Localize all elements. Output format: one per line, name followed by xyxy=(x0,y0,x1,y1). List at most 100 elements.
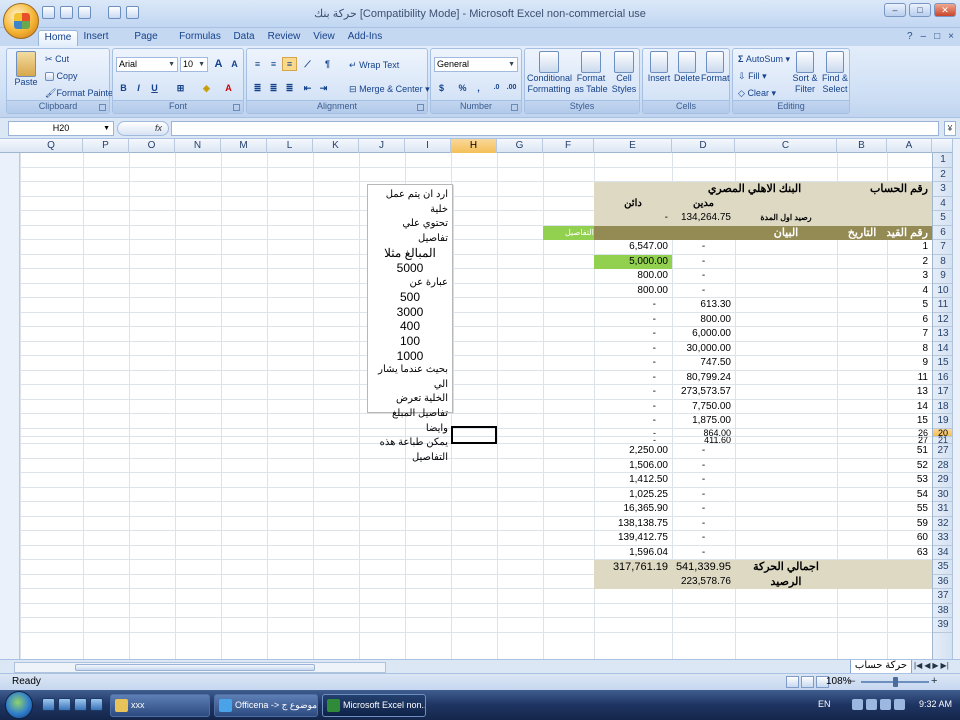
balance-debit-value[interactable]: 223,578.76 xyxy=(672,575,735,590)
row-header-38[interactable]: 38 xyxy=(933,604,953,618)
selected-cell-h20[interactable] xyxy=(451,425,497,444)
tray-icon[interactable] xyxy=(852,699,863,710)
entry-number-10[interactable]: 4 xyxy=(887,284,932,299)
delete-cells-button[interactable]: Delete xyxy=(674,51,700,84)
align-right-icon[interactable]: ≣ xyxy=(282,81,297,95)
clipboard-launcher-icon[interactable] xyxy=(99,104,106,111)
tab-review[interactable]: Review xyxy=(266,30,302,46)
align-center-icon[interactable]: ≣ xyxy=(266,81,281,95)
row-header-8[interactable]: 8 xyxy=(933,255,953,269)
entry-number-13[interactable]: 7 xyxy=(887,327,932,342)
align-left-icon[interactable]: ≣ xyxy=(250,81,265,95)
entry-number-12[interactable]: 6 xyxy=(887,313,932,328)
help-icon[interactable]: ? xyxy=(907,31,913,42)
align-middle-icon[interactable]: ≡ xyxy=(266,57,281,71)
debit-value-21[interactable]: 411.60 xyxy=(672,437,735,444)
name-box[interactable]: H20 ▼ xyxy=(8,121,114,136)
decrease-decimal-icon[interactable]: .00 xyxy=(504,81,519,95)
vertical-scrollbar[interactable] xyxy=(952,139,960,659)
ie-quicklaunch-icon[interactable] xyxy=(58,698,71,711)
increase-decimal-icon[interactable]: .0 xyxy=(489,81,504,95)
credit-value-17[interactable]: - xyxy=(594,385,672,400)
column-header-f[interactable]: F xyxy=(543,139,594,153)
row-header-4[interactable]: 4 xyxy=(933,197,953,211)
credit-value-30[interactable]: 1,025.25 xyxy=(594,488,672,503)
tab-home[interactable]: Home xyxy=(38,30,78,46)
decrease-indent-icon[interactable]: ⇤ xyxy=(300,81,315,95)
row-header-29[interactable]: 29 xyxy=(933,473,953,488)
debit-value-31[interactable]: - xyxy=(672,502,735,517)
row-header-31[interactable]: 31 xyxy=(933,502,953,517)
first-sheet-icon[interactable]: |◀ xyxy=(914,661,922,670)
opening-balance-label[interactable]: رصيد اول المدة xyxy=(735,211,837,226)
row-header-34[interactable]: 34 xyxy=(933,546,953,560)
credit-value-27[interactable]: 2,250.00 xyxy=(594,444,672,459)
shrink-font-button[interactable]: A xyxy=(227,57,242,71)
minimize-button[interactable]: – xyxy=(884,3,906,17)
entry-number-11[interactable]: 5 xyxy=(887,298,932,313)
insert-cells-button[interactable]: Insert xyxy=(646,51,672,84)
row-header-7[interactable]: 7 xyxy=(933,240,953,255)
formula-input[interactable] xyxy=(171,121,939,136)
details-header[interactable]: التفاصيل xyxy=(543,226,594,241)
entry-number-8[interactable]: 2 xyxy=(887,255,932,270)
bank-name-cell[interactable]: البنك الاهلي المصري xyxy=(672,182,837,197)
row-header-33[interactable]: 33 xyxy=(933,531,953,546)
orientation-icon[interactable]: ⟋ xyxy=(300,57,315,71)
debit-value-28[interactable]: - xyxy=(672,459,735,474)
cell-styles-button[interactable]: Cell Styles xyxy=(609,51,639,95)
debit-value-9[interactable]: - xyxy=(672,269,735,284)
row-header-3[interactable]: 3 xyxy=(933,182,953,197)
credit-value-14[interactable]: - xyxy=(594,342,672,357)
row-header-39[interactable]: 39 xyxy=(933,618,953,633)
column-header-i[interactable]: I xyxy=(405,139,451,153)
row-header-11[interactable]: 11 xyxy=(933,298,953,313)
column-header-j[interactable]: J xyxy=(359,139,405,153)
sheet-tab-active[interactable]: حركة حساب xyxy=(850,660,912,674)
bold-button[interactable]: B xyxy=(116,81,131,95)
row-header-27[interactable]: 27 xyxy=(933,444,953,459)
ribbon-close-icon[interactable]: × xyxy=(948,31,954,42)
tray-icon[interactable] xyxy=(866,699,877,710)
increase-indent-icon[interactable]: ⇥ xyxy=(316,81,331,95)
credit-value-19[interactable]: - xyxy=(594,414,672,429)
zoom-out-button[interactable]: – xyxy=(849,675,855,687)
entry-number-21[interactable]: 27 xyxy=(887,437,932,444)
row-header-35[interactable]: 35 xyxy=(933,560,953,575)
credit-value-33[interactable]: 139,412.75 xyxy=(594,531,672,546)
taskbar-item-browser[interactable]: Officena -> موضوع ج... xyxy=(214,694,318,717)
formula-expand-icon[interactable]: ¥ xyxy=(944,121,956,136)
row-header-19[interactable]: 19 xyxy=(933,414,953,429)
insert-function-button[interactable]: fx xyxy=(117,121,169,136)
debit-value-7[interactable]: - xyxy=(672,240,735,255)
debit-value-8[interactable]: - xyxy=(672,255,735,270)
column-header-b[interactable]: B xyxy=(837,139,887,153)
credit-value-16[interactable]: - xyxy=(594,371,672,386)
column-header-q[interactable]: Q xyxy=(20,139,83,153)
zoom-in-button[interactable]: + xyxy=(931,675,937,687)
debit-value-18[interactable]: 7,750.00 xyxy=(672,400,735,415)
row-header-2[interactable]: 2 xyxy=(933,168,953,182)
paste-button[interactable]: Paste xyxy=(11,51,41,88)
tab-formulas[interactable]: Formulas xyxy=(178,30,222,46)
entry-number-32[interactable]: 59 xyxy=(887,517,932,532)
credit-value-29[interactable]: 1,412.50 xyxy=(594,473,672,488)
row-header-13[interactable]: 13 xyxy=(933,327,953,342)
entry-number-20[interactable]: 26 xyxy=(887,429,932,438)
credit-value-28[interactable]: 1,506.00 xyxy=(594,459,672,474)
credit-value-32[interactable]: 138,138.75 xyxy=(594,517,672,532)
column-header-m[interactable]: M xyxy=(221,139,267,153)
credit-value-11[interactable]: - xyxy=(594,298,672,313)
column-header-g[interactable]: G xyxy=(497,139,543,153)
credit-value-7[interactable]: 6,547.00 xyxy=(594,240,672,255)
debit-value-30[interactable]: - xyxy=(672,488,735,503)
row-header-10[interactable]: 10 xyxy=(933,284,953,298)
percent-button[interactable]: % xyxy=(455,81,470,95)
font-color-icon[interactable]: A xyxy=(221,81,236,95)
entry-number-31[interactable]: 55 xyxy=(887,502,932,517)
row-header-14[interactable]: 14 xyxy=(933,342,953,356)
column-header-k[interactable]: K xyxy=(313,139,359,153)
row-header-12[interactable]: 12 xyxy=(933,313,953,327)
ribbon-minimize-icon[interactable]: – xyxy=(921,31,927,42)
borders-icon[interactable]: ⊞ xyxy=(173,81,188,95)
